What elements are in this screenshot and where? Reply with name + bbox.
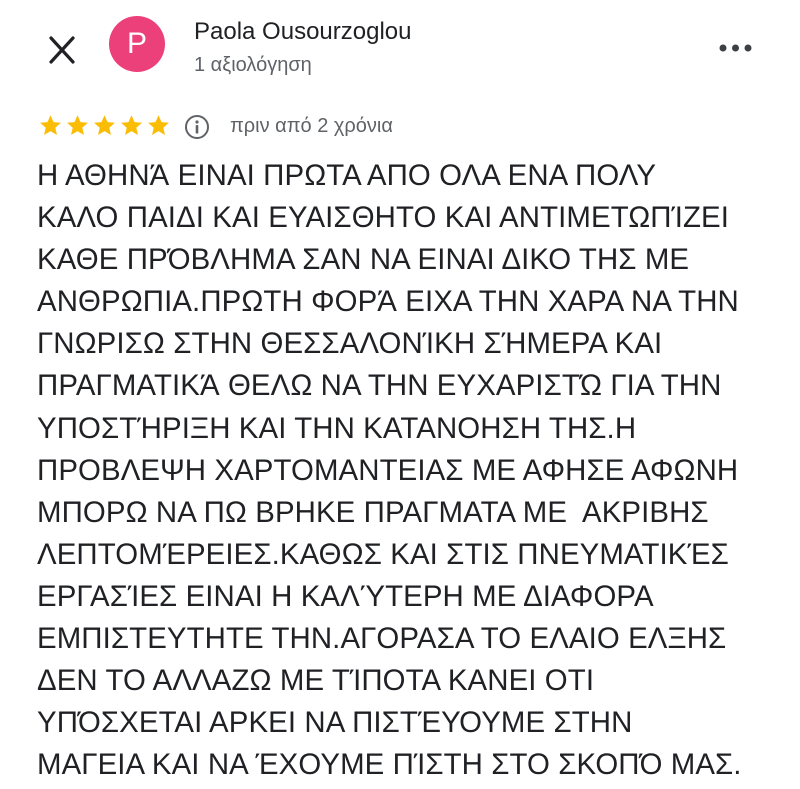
more-options-button[interactable] bbox=[716, 36, 756, 60]
avatar[interactable]: P bbox=[109, 16, 165, 72]
review-text-line: ΚΑΘΕ ΠΡΌΒΛΗΜΑ ΣΑΝ ΝΑ ΕΙΝΑΙ ΔΙΚΟ ΤΗΣ ΜΕ bbox=[37, 243, 690, 277]
star-icon bbox=[148, 115, 169, 135]
close-icon bbox=[49, 36, 75, 64]
review-text-line: ΠΡΑΓΜΑΤΙΚΆ ΘΕΛΩ ΝΑ ΤΗΝ ΕΥΧΑΡΙΣΤΏ ΓΙΑ ΤΗΝ bbox=[37, 369, 722, 403]
review-header: P Paola Ousourzoglou 1 αξιολόγηση bbox=[0, 0, 800, 100]
review-text-line: ΜΑΓΕΙΑ ΚΑΙ ΝΑ ΈΧΟΥΜΕ ΠΊΣΤΗ ΣΤΟ ΣΚΟΠΌ ΜΑΣ… bbox=[37, 748, 742, 782]
review-text-line: ΠΡΟΒΛΕΨΗ ΧΑΡΤΟΜΑΝΤΕΙΑΣ ΜΕ ΑΦΗΣΕ ΑΦΩΝΗ bbox=[37, 453, 739, 487]
star-icon bbox=[94, 115, 115, 135]
review-date: πριν από 2 χρόνια bbox=[230, 115, 393, 137]
star-rating bbox=[38, 113, 171, 138]
more-horizontal-icon bbox=[719, 44, 752, 52]
review-text: Η ΑΘΗΝΆ ΕΙΝΑΙ ΠΡΩΤΑ ΑΠΟ ΟΛΑ ΕΝΑ ΠΟΛΥ ΚΑΛΟ… bbox=[37, 155, 782, 786]
review-text-line: ΜΠΟΡΩ ΝΑ ΠΩ ΒΡΗΚΕ ΠΡΑΓΜΑΤΑ ΜΕ ΑΚΡΙΒΗΣ bbox=[37, 495, 709, 529]
info-icon[interactable] bbox=[184, 114, 210, 140]
star-icon bbox=[40, 115, 61, 135]
review-text-line: ΥΠΟΣΤΉΡΙΞΗ ΚΑΙ ΤΗΝ ΚΑΤΑΝΟΗΣΗ ΤΗΣ.Η bbox=[37, 411, 637, 445]
review-text-line: ΕΜΠΙΣΤΕΥΤΗΤΕ ΤΗΝ.ΑΓΟΡΑΣΑ ΤΟ ΕΛΑΙΟ ΕΛΞΗΣ bbox=[37, 622, 727, 656]
review-text-line: ΚΑΛΟ ΠΑΙΔΙ ΚΑΙ ΕΥΑΙΣΘΗΤΟ ΚΑΙ ΑΝΤΙΜΕΤΩΠΊΖ… bbox=[37, 201, 730, 235]
review-text-line: ΔΕΝ ΤΟ ΑΛΛΑΖΩ ΜΕ ΤΊΠΟΤΑ ΚΑΝΕΙ ΟΤΙ bbox=[37, 664, 595, 698]
avatar-letter: P bbox=[126, 27, 147, 60]
review-text-line: ΕΡΓΑΣΊΕΣ ΕΙΝΑΙ Η ΚΑΛΎΤΕΡΗ ΜΕ ΔΙΑΦΟΡΑ bbox=[37, 579, 654, 613]
review-meta: πριν από 2 χρόνια bbox=[38, 110, 758, 144]
review-text-line: Η ΑΘΗΝΆ ΕΙΝΑΙ ΠΡΩΤΑ ΑΠΟ ΟΛΑ ΕΝΑ ΠΟΛΥ bbox=[37, 159, 657, 192]
review-text-line: ΑΝΘΡΩΠΙΑ.ΠΡΩΤΗ ΦΟΡΆ ΕΙΧΑ ΤΗΝ ΧΑΡΑ ΝΑ ΤΗΝ bbox=[37, 285, 739, 319]
review-text-line: ΛΕΠΤΟΜΈΡΕΙΕΣ.ΚΑΘΩΣ ΚΑΙ ΣΤΙΣ ΠΝΕΥΜΑΤΙΚΈΣ bbox=[37, 537, 729, 571]
review-count: 1 αξιολόγηση bbox=[194, 54, 312, 76]
review-text-line: ΥΠΌΣΧΕΤΑΙ ΑΡΚΕΙ ΝΑ ΠΙΣΤΈΥΟΥΜΕ ΣΤΗΝ bbox=[37, 706, 633, 740]
close-button[interactable] bbox=[40, 28, 84, 72]
star-icon bbox=[67, 115, 88, 135]
star-icon bbox=[121, 115, 142, 135]
review-text-line: ΓΝΩΡΙΣΩ ΣΤΗΝ ΘΕΣΣΑΛΟΝΊΚΗ ΣΉΜΕΡΑ ΚΑΙ bbox=[37, 327, 663, 361]
author-name[interactable]: Paola Ousourzoglou bbox=[194, 17, 411, 47]
